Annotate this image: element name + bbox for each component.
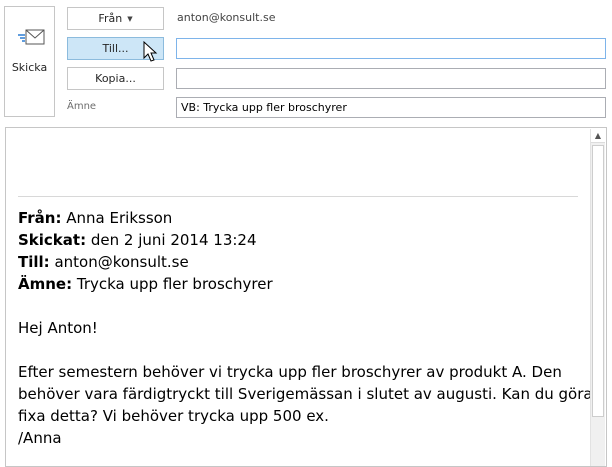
message-text: Från: Anna Eriksson Skickat: den 2 juni … [18,207,593,449]
quoted-subject-row: Ämne: Trycka upp fler broschyrer [18,275,273,293]
body-line: behöver vara färdigtryckt till Sverigemä… [18,385,593,403]
quoted-from-row: Från: Anna Eriksson [18,209,173,227]
scroll-thumb[interactable] [592,145,604,417]
signature: /Anna [18,429,62,447]
from-button[interactable]: Från ▼ [67,7,164,30]
message-body[interactable]: Från: Anna Eriksson Skickat: den 2 juni … [5,127,607,467]
subject-field[interactable]: VB: Trycka upp fler broschyrer [176,97,606,118]
quote-separator [18,196,578,197]
greeting: Hej Anton! [18,319,98,337]
cc-button-label: Kopia... [95,72,136,85]
to-button[interactable]: Till... [67,37,164,60]
body-line: Efter semestern behöver vi trycka upp fl… [18,363,562,381]
caret-down-icon: ▼ [127,14,133,23]
body-line: fixa detta? Vi behöver trycka upp 500 ex… [18,407,329,425]
arrow-up-icon[interactable]: ▲ [591,129,605,143]
send-button[interactable]: Skicka [4,6,55,117]
from-address: anton@konsult.se [177,11,276,24]
from-button-label: Från [98,12,123,25]
send-label: Skicka [11,61,48,74]
cc-button[interactable]: Kopia... [67,67,164,90]
envelope-send-icon [18,29,45,45]
to-button-label: Till... [102,42,129,55]
quoted-to-row: Till: anton@konsult.se [18,253,189,271]
vertical-scrollbar[interactable]: ▲ [590,129,605,466]
cc-field[interactable] [176,68,606,89]
subject-label: Ämne [67,101,97,112]
quoted-sent-row: Skickat: den 2 juni 2014 13:24 [18,231,257,249]
to-field[interactable] [176,38,606,59]
